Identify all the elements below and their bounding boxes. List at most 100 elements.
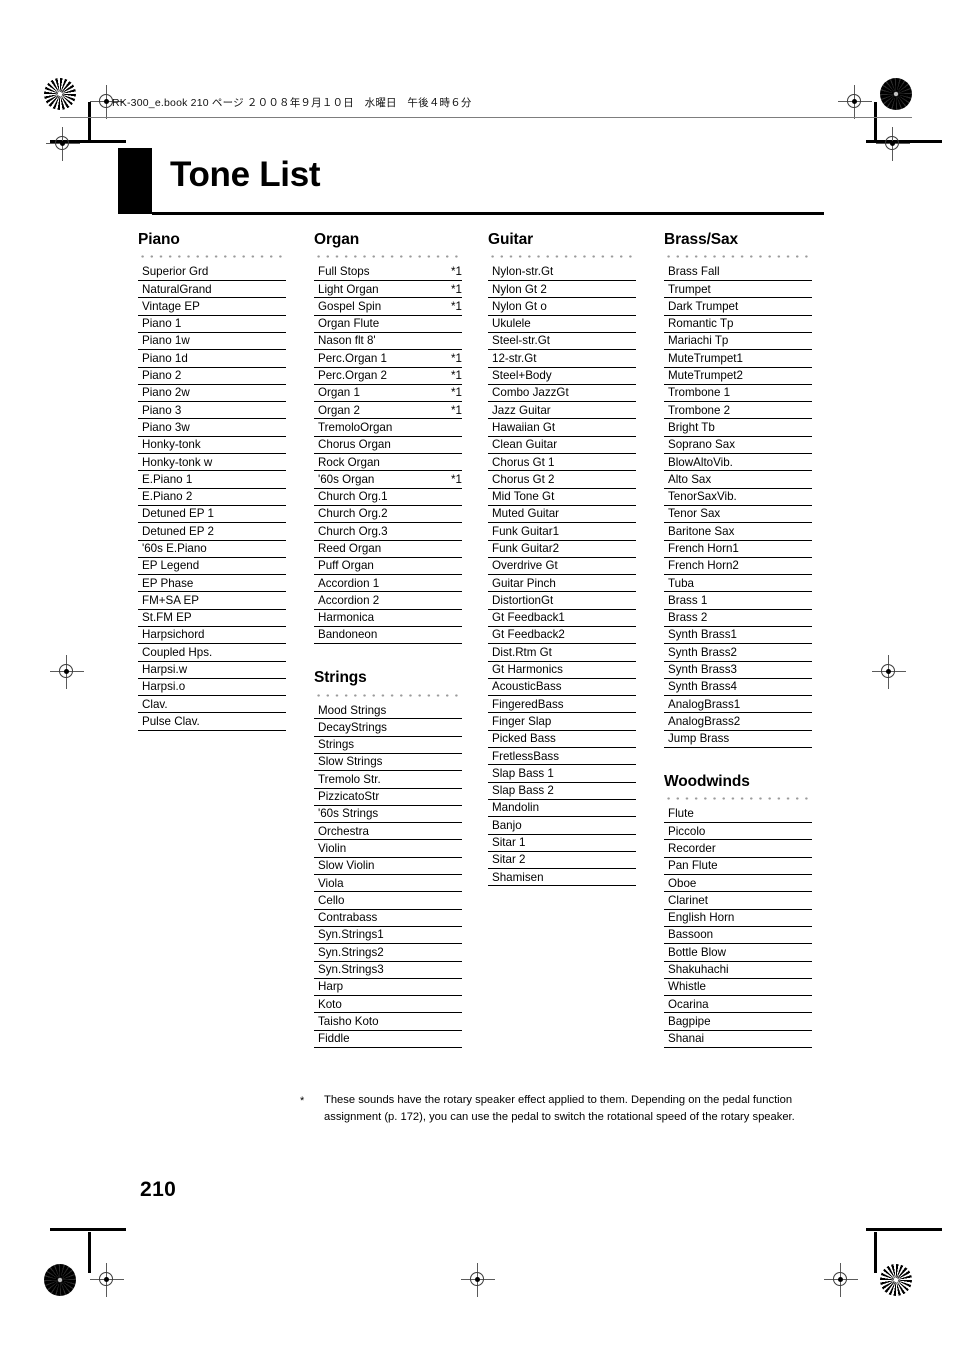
tone-name: Mid Tone Gt [488, 488, 608, 506]
tone-name: Jazz Guitar [488, 401, 608, 420]
table-row: Slow Violin [314, 857, 462, 876]
table-row: Tenor Sax [664, 505, 812, 524]
table-row: Shanai [664, 1030, 812, 1049]
table-row: Piano 2 [138, 367, 286, 385]
tone-footnote-ref [784, 384, 812, 403]
table-row: Sitar 2 [488, 851, 636, 870]
registration-mark-top-right [838, 85, 872, 119]
tone-name: Viola [314, 874, 434, 893]
table-row: TremoloOrgan [314, 418, 462, 437]
tone-name: Tenor Sax [664, 505, 784, 524]
tone-name: Mood Strings [314, 701, 434, 720]
tone-name: Clav. [138, 695, 258, 714]
tone-name: '60s E.Piano [138, 540, 258, 558]
tone-section: Organ Full Stops *1 Light Organ *1 Gospel Spi… [314, 231, 462, 645]
trim-mark-bottom-right-v [874, 1232, 877, 1273]
tone-footnote-ref [608, 834, 636, 852]
table-row: Taisho Koto [314, 1012, 462, 1031]
tone-footnote-ref [434, 839, 462, 858]
tone-footnote-ref [258, 470, 286, 489]
tone-footnote-ref [608, 816, 636, 835]
tone-footnote-ref [608, 851, 636, 870]
registration-mark-left-upper [46, 127, 80, 161]
tone-section: Piano Superior Grd NaturalGrand Vintage EP P… [138, 231, 286, 731]
tone-footnote-ref [258, 712, 286, 731]
table-row: Fiddle [314, 1030, 462, 1049]
tone-footnote-ref [608, 280, 636, 299]
tone-name: DistortionGt [488, 591, 608, 610]
table-row: E.Piano 2 [138, 488, 286, 506]
tone-section: Guitar Nylon-str.Gt Nylon Gt 2 Nylon Gt o Uk… [488, 231, 636, 887]
table-row: French Horn1 [664, 540, 812, 558]
tone-footnote-ref [608, 436, 636, 455]
section-heading: Woodwinds [664, 773, 750, 791]
tone-footnote-ref [258, 453, 286, 472]
tone-name: Nylon Gt o [488, 297, 608, 316]
footnote: * These sounds have the rotary speaker e… [300, 1092, 800, 1127]
table-row: E.Piano 1 [138, 470, 286, 489]
tone-name: E.Piano 1 [138, 470, 258, 489]
tone-name: BlowAltoVib. [664, 453, 784, 472]
tone-column-3: Guitar Nylon-str.Gt Nylon Gt 2 Nylon Gt o Uk… [488, 231, 636, 887]
table-row: Cello [314, 891, 462, 910]
tone-footnote-ref [784, 978, 812, 997]
tone-name: Taisho Koto [314, 1012, 434, 1031]
tone-footnote-ref [434, 418, 462, 437]
tone-footnote-ref [784, 995, 812, 1014]
tone-name: Sitar 2 [488, 851, 608, 870]
tone-name: English Horn [664, 909, 784, 927]
tone-footnote-ref [434, 315, 462, 333]
table-row: Jazz Guitar [488, 401, 636, 420]
tone-name: Combo JazzGt [488, 384, 608, 403]
tone-name: Puff Organ [314, 557, 434, 576]
tone-footnote-ref [784, 695, 812, 714]
tone-name: Harpsi.w [138, 661, 258, 679]
tone-column-1: Piano Superior Grd NaturalGrand Vintage EP P… [138, 231, 286, 731]
tone-name: Funk Guitar2 [488, 540, 608, 558]
tone-name: Chorus Gt 2 [488, 470, 608, 489]
table-row: Nylon Gt 2 [488, 280, 636, 299]
tone-footnote-ref [784, 418, 812, 437]
table-row: Rock Organ [314, 453, 462, 472]
tone-name: Guitar Pinch [488, 574, 608, 593]
table-row: Clarinet [664, 891, 812, 910]
table-row: Brass Fall [664, 263, 812, 282]
table-row: EP Legend [138, 557, 286, 576]
table-row: Violin [314, 839, 462, 858]
table-row: Synth Brass1 [664, 626, 812, 645]
table-row: Harpsi.w [138, 661, 286, 679]
tone-footnote-ref [434, 805, 462, 824]
tone-name: Oboe [664, 874, 784, 893]
tone-name: Synth Brass2 [664, 643, 784, 662]
table-row: Tuba [664, 574, 812, 593]
table-row: Hawaiian Gt [488, 418, 636, 437]
tone-section: Brass/Sax Brass Fall Trumpet Dark Trumpet Ro… [664, 231, 812, 749]
tone-name: Pan Flute [664, 857, 784, 876]
table-row: Harpsichord [138, 626, 286, 645]
tone-footnote-ref [608, 868, 636, 887]
section-dotted-rule [314, 255, 462, 259]
tone-name: French Horn1 [664, 540, 784, 558]
tone-name: Trumpet [664, 280, 784, 299]
tone-footnote-ref [434, 1012, 462, 1031]
table-row: Perc.Organ 1 *1 [314, 349, 462, 368]
section-heading: Strings [314, 669, 367, 687]
tone-footnote-ref [258, 661, 286, 679]
tone-footnote-ref [608, 661, 636, 679]
tone-table: Brass Fall Trumpet Dark Trumpet Romantic Tp… [664, 263, 812, 749]
table-row: Shamisen [488, 868, 636, 887]
tone-name: Nason flt 8' [314, 332, 434, 351]
tone-name: Clean Guitar [488, 436, 608, 455]
tone-name: Romantic Tp [664, 315, 784, 333]
table-row: Finger Slap [488, 712, 636, 731]
table-row: '60s E.Piano [138, 540, 286, 558]
tone-footnote-ref [434, 609, 462, 628]
tone-footnote-ref [258, 332, 286, 351]
tone-name: Church Org.3 [314, 522, 434, 541]
table-row: Mood Strings [314, 701, 462, 720]
tone-footnote-ref [608, 540, 636, 558]
tone-footnote-ref [434, 574, 462, 593]
tone-name: Mandolin [488, 799, 608, 818]
table-row: Slap Bass 1 [488, 764, 636, 783]
tone-footnote-ref [434, 909, 462, 927]
